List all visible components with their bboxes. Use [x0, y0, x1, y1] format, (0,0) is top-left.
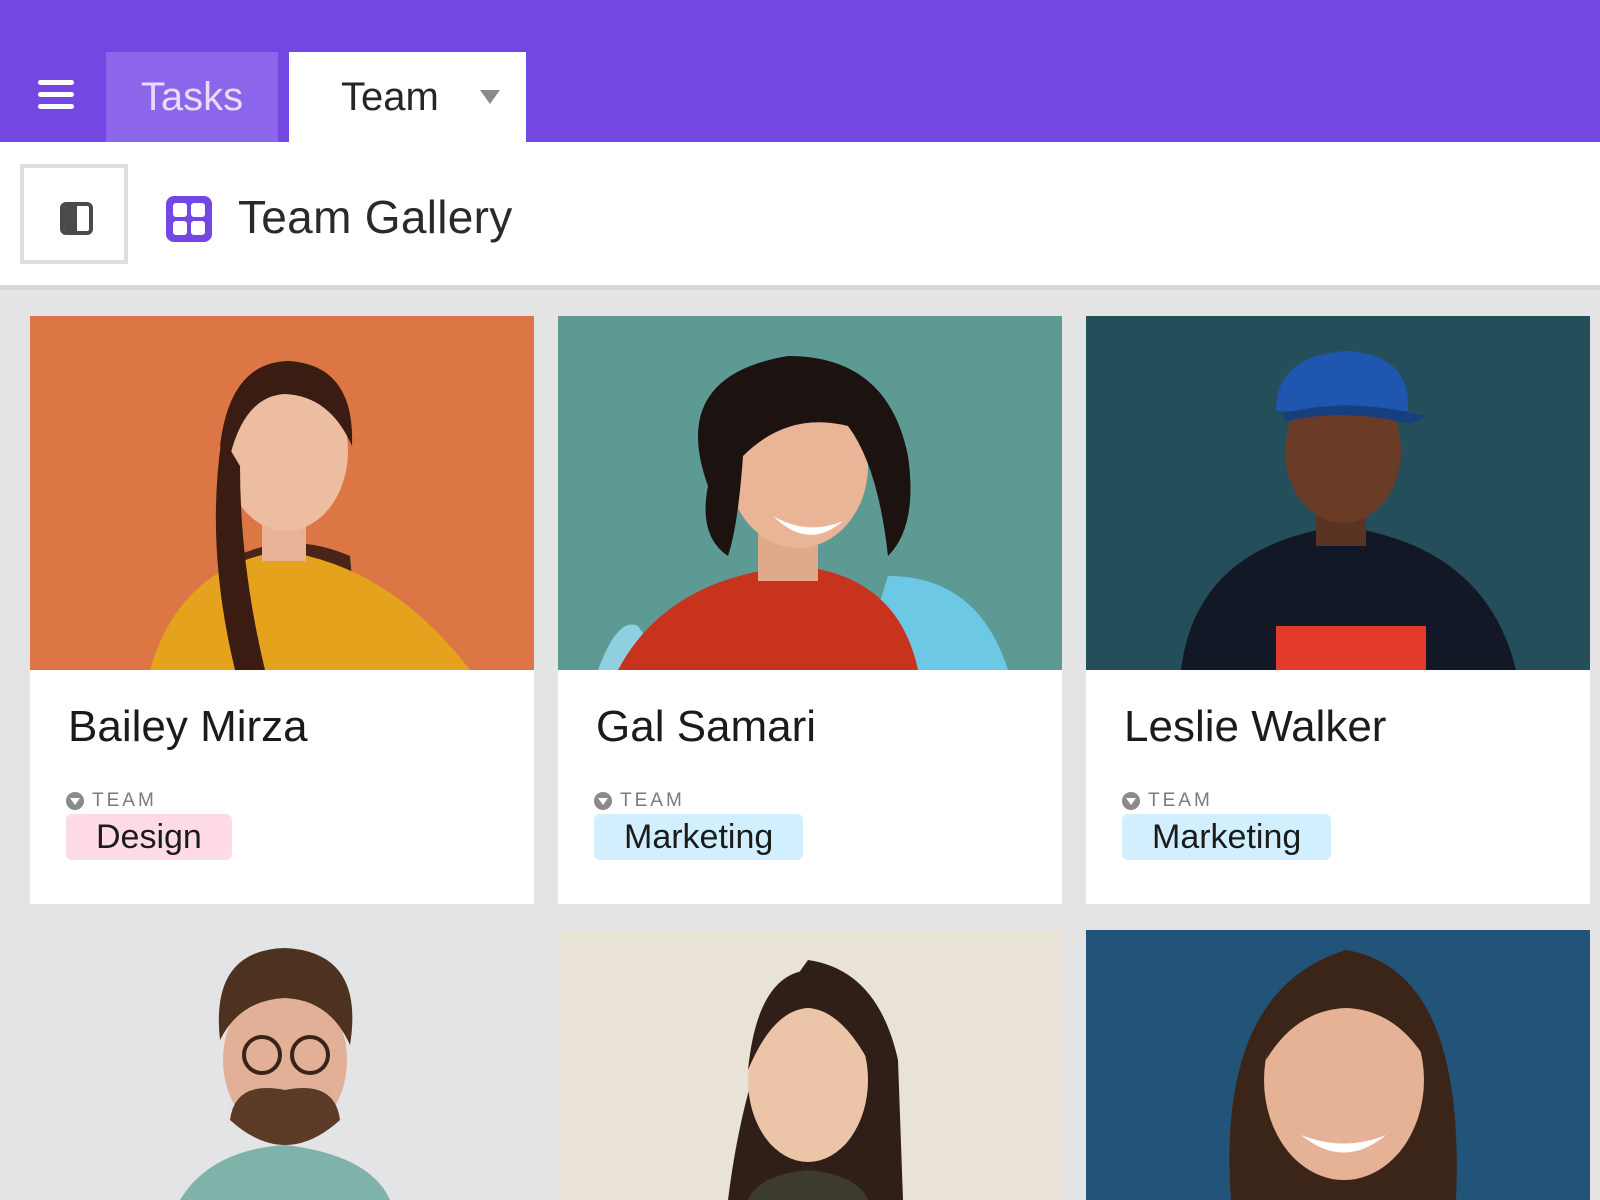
- hamburger-menu-icon[interactable]: [38, 80, 74, 112]
- single-select-field-icon: [1122, 792, 1140, 810]
- person-photo: [558, 316, 1062, 670]
- card-name: Gal Samari: [596, 702, 817, 751]
- field-label-text: TEAM: [92, 790, 157, 811]
- person-photo: [30, 930, 534, 1200]
- view-header: Team Gallery: [0, 142, 1600, 290]
- team-tag: Marketing: [594, 814, 804, 860]
- single-select-field-icon: [594, 792, 612, 810]
- card-name: Leslie Walker: [1124, 702, 1387, 751]
- gallery-card[interactable]: [30, 930, 534, 1200]
- gallery-card[interactable]: [1086, 930, 1590, 1200]
- field-label: TEAM: [594, 790, 685, 812]
- tab-tasks[interactable]: Tasks: [106, 52, 278, 142]
- field-label: TEAM: [1122, 790, 1213, 812]
- gallery-grid-icon: [166, 196, 212, 242]
- person-photo: [1086, 930, 1590, 1200]
- chevron-down-icon[interactable]: [480, 90, 500, 104]
- gallery-card[interactable]: Leslie Walker TEAM Marketing: [1086, 316, 1590, 904]
- person-photo: [1086, 316, 1590, 670]
- gallery-card[interactable]: Bailey Mirza TEAM Design: [30, 316, 534, 904]
- team-tag: Design: [66, 814, 232, 860]
- team-tag: Marketing: [1122, 814, 1332, 860]
- field-label-text: TEAM: [1148, 790, 1213, 811]
- top-bar: Tasks Team: [0, 0, 1600, 142]
- card-name: Bailey Mirza: [68, 702, 308, 751]
- field-label: TEAM: [66, 790, 157, 812]
- gallery-card[interactable]: [558, 930, 1062, 1200]
- sidebar-toggle-icon: [60, 202, 93, 235]
- page-title: Team Gallery: [238, 191, 513, 243]
- person-photo: [558, 930, 1062, 1200]
- person-photo: [30, 316, 534, 670]
- single-select-field-icon: [66, 792, 84, 810]
- tab-tasks-label: Tasks: [140, 74, 244, 119]
- gallery-card[interactable]: Gal Samari TEAM Marketing: [558, 316, 1062, 904]
- tab-team-label: Team: [341, 74, 439, 119]
- field-label-text: TEAM: [620, 790, 685, 811]
- sidebar-toggle-button[interactable]: [20, 164, 128, 264]
- tab-team[interactable]: Team: [289, 52, 526, 142]
